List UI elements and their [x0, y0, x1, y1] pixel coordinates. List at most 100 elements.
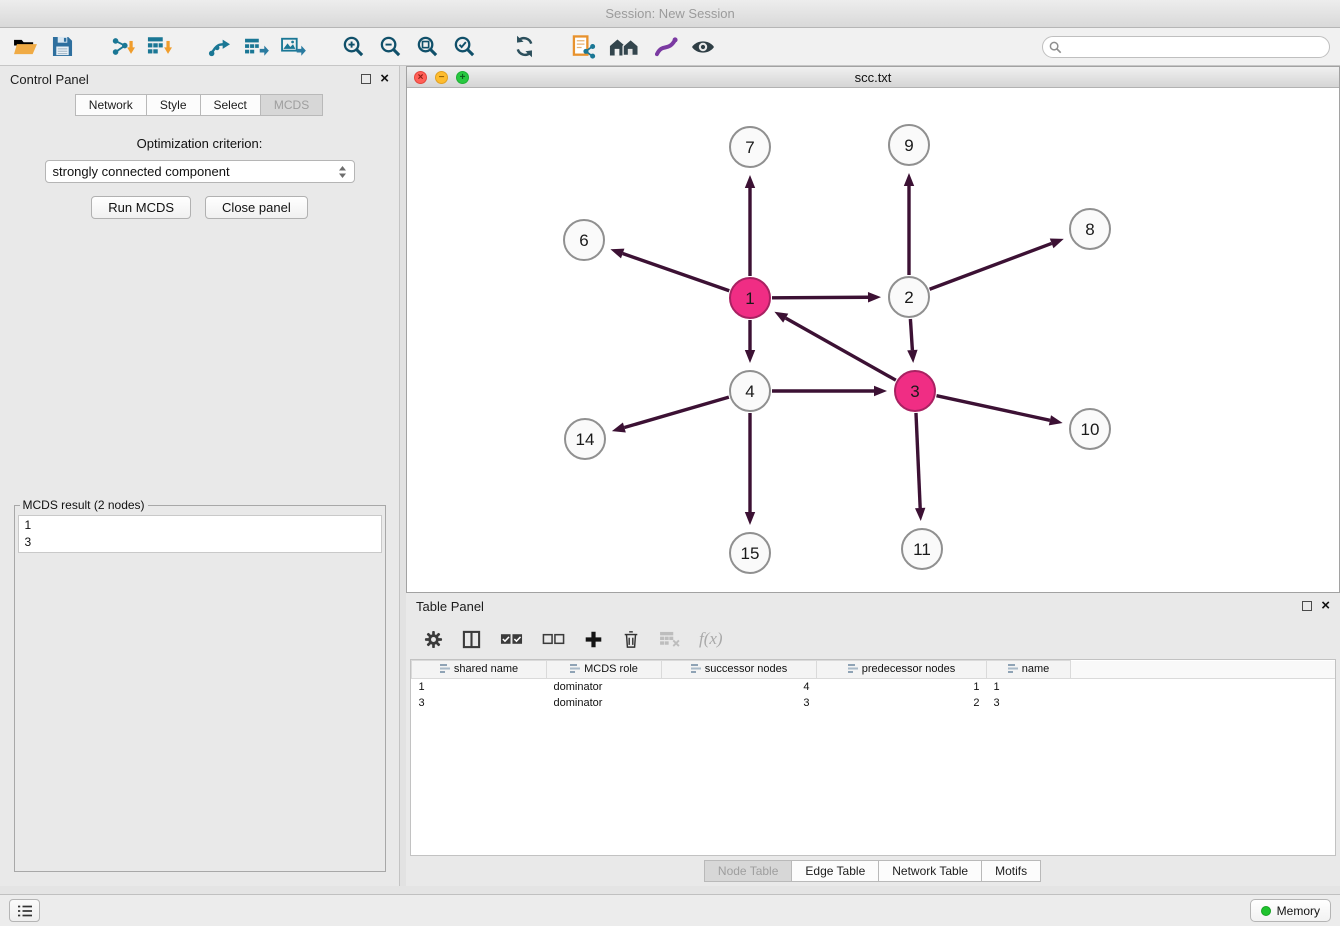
- table-tab-motifs[interactable]: Motifs: [981, 860, 1041, 882]
- control-panel-tab-mcds[interactable]: MCDS: [260, 94, 323, 116]
- column-header-mcds-role[interactable]: MCDS role: [547, 661, 662, 679]
- close-window-button[interactable]: ×: [414, 71, 427, 84]
- graph-edge-1-2[interactable]: [772, 292, 881, 302]
- import-table-button[interactable]: [144, 32, 174, 62]
- control-panel-tab-style[interactable]: Style: [146, 94, 201, 116]
- graph-node-4[interactable]: 4: [730, 371, 770, 411]
- minimize-window-button[interactable]: −: [435, 71, 448, 84]
- graph-node-8[interactable]: 8: [1070, 209, 1110, 249]
- control-panel-tab-network[interactable]: Network: [75, 94, 147, 116]
- graph-node-3[interactable]: 3: [895, 371, 935, 411]
- run-mcds-button[interactable]: Run MCDS: [91, 196, 191, 219]
- apply-style-button[interactable]: [651, 32, 681, 62]
- export-image-button[interactable]: [278, 32, 308, 62]
- graph-node-2[interactable]: 2: [889, 277, 929, 317]
- table-tab-edge-table[interactable]: Edge Table: [791, 860, 879, 882]
- network-window-titlebar[interactable]: ×−+ scc.txt: [407, 67, 1339, 88]
- eye-icon: [691, 38, 715, 56]
- column-header-name[interactable]: name: [987, 661, 1071, 679]
- search-input[interactable]: [1042, 36, 1330, 58]
- column-header-predecessor-nodes[interactable]: predecessor nodes: [817, 661, 987, 679]
- network-graph[interactable]: 7 9 6 8 1 2 4 3 14 10 15 11: [407, 88, 1338, 592]
- delete-column-button[interactable]: [622, 630, 640, 649]
- table-cell[interactable]: 4: [662, 679, 817, 695]
- network-canvas[interactable]: 7 9 6 8 1 2 4 3 14 10 15 11: [407, 88, 1339, 592]
- zoom-in-button[interactable]: [338, 32, 368, 62]
- import-network-button[interactable]: [107, 32, 137, 62]
- select-all-button[interactable]: [500, 632, 523, 646]
- graph-edge-3-10[interactable]: [936, 396, 1062, 426]
- show-hide-button[interactable]: [688, 32, 718, 62]
- mcds-result-list[interactable]: 13: [18, 515, 382, 553]
- table-cell[interactable]: 3: [662, 695, 817, 711]
- style-brush-icon: [655, 36, 678, 57]
- first-neighbors-button[interactable]: [606, 32, 644, 62]
- graph-node-7[interactable]: 7: [730, 127, 770, 167]
- export-table-button[interactable]: [241, 32, 271, 62]
- graph-edge-4-15[interactable]: [745, 413, 755, 525]
- graph-edge-4-3[interactable]: [772, 386, 887, 396]
- graph-node-1[interactable]: 1: [730, 278, 770, 318]
- close-panel-icon[interactable]: ×: [380, 74, 389, 84]
- graph-edge-1-4[interactable]: [745, 320, 755, 363]
- graph-edge-2-3[interactable]: [907, 319, 917, 363]
- add-column-button[interactable]: [584, 630, 603, 649]
- graph-node-14[interactable]: 14: [565, 419, 605, 459]
- zoom-window-button[interactable]: +: [456, 71, 469, 84]
- graph-edge-3-1[interactable]: [774, 312, 895, 380]
- close-table-panel-icon[interactable]: ×: [1321, 601, 1330, 611]
- graph-edge-1-7[interactable]: [745, 175, 755, 276]
- close-panel-button[interactable]: Close panel: [205, 196, 308, 219]
- graph-edge-2-8[interactable]: [930, 239, 1064, 290]
- function-builder-button[interactable]: f(x): [699, 629, 723, 649]
- table-cell[interactable]: 1: [987, 679, 1071, 695]
- table-panel-tabs: Node TableEdge TableNetwork TableMotifs: [406, 856, 1340, 886]
- graph-node-9[interactable]: 9: [889, 125, 929, 165]
- table-cell-filler: [1071, 695, 1336, 711]
- graph-edge-4-14[interactable]: [612, 397, 729, 432]
- delete-table-button[interactable]: [659, 631, 680, 647]
- apply-layout-button[interactable]: [509, 32, 539, 62]
- column-label: predecessor nodes: [862, 663, 956, 675]
- save-session-button[interactable]: [47, 32, 77, 62]
- svg-text:2: 2: [904, 288, 913, 307]
- table-tab-node-table[interactable]: Node Table: [704, 860, 793, 882]
- show-columns-button[interactable]: [462, 630, 481, 649]
- open-session-button[interactable]: [10, 32, 40, 62]
- unselect-all-button[interactable]: [542, 632, 565, 646]
- panel-menu-button[interactable]: [9, 899, 40, 922]
- optimization-criterion-select[interactable]: strongly connected component: [45, 160, 355, 183]
- table-tab-network-table[interactable]: Network Table: [878, 860, 982, 882]
- window-titlebar[interactable]: Session: New Session: [0, 0, 1340, 28]
- document-network-button[interactable]: [569, 32, 599, 62]
- zoom-out-button[interactable]: [375, 32, 405, 62]
- graph-node-10[interactable]: 10: [1070, 409, 1110, 449]
- export-network-button[interactable]: [204, 32, 234, 62]
- table-cell[interactable]: 1: [817, 679, 987, 695]
- float-table-panel-icon[interactable]: [1302, 601, 1312, 611]
- float-panel-icon[interactable]: [361, 74, 371, 84]
- zoom-selected-button[interactable]: [449, 32, 479, 62]
- memory-button[interactable]: Memory: [1250, 899, 1331, 922]
- control-panel-tab-select[interactable]: Select: [200, 94, 261, 116]
- graph-edge-2-9[interactable]: [904, 173, 914, 275]
- table-cell[interactable]: 3: [412, 695, 547, 711]
- table-cell[interactable]: 2: [817, 695, 987, 711]
- export-table-icon: [244, 36, 269, 58]
- column-header-successor-nodes[interactable]: successor nodes: [662, 661, 817, 679]
- graph-edge-3-11[interactable]: [915, 413, 925, 521]
- graph-node-11[interactable]: 11: [902, 529, 942, 569]
- graph-node-15[interactable]: 15: [730, 533, 770, 573]
- graph-node-6[interactable]: 6: [564, 220, 604, 260]
- table-cell[interactable]: dominator: [547, 695, 662, 711]
- table-settings-button[interactable]: [424, 630, 443, 649]
- column-header-shared-name[interactable]: shared name: [412, 661, 547, 679]
- table-row[interactable]: 1dominator411: [412, 679, 1336, 695]
- table-cell[interactable]: 1: [412, 679, 547, 695]
- column-label: shared name: [454, 663, 518, 675]
- zoom-fit-button[interactable]: [412, 32, 442, 62]
- table-cell[interactable]: 3: [987, 695, 1071, 711]
- table-row[interactable]: 3dominator323: [412, 695, 1336, 711]
- graph-edge-1-6[interactable]: [610, 249, 729, 291]
- table-cell[interactable]: dominator: [547, 679, 662, 695]
